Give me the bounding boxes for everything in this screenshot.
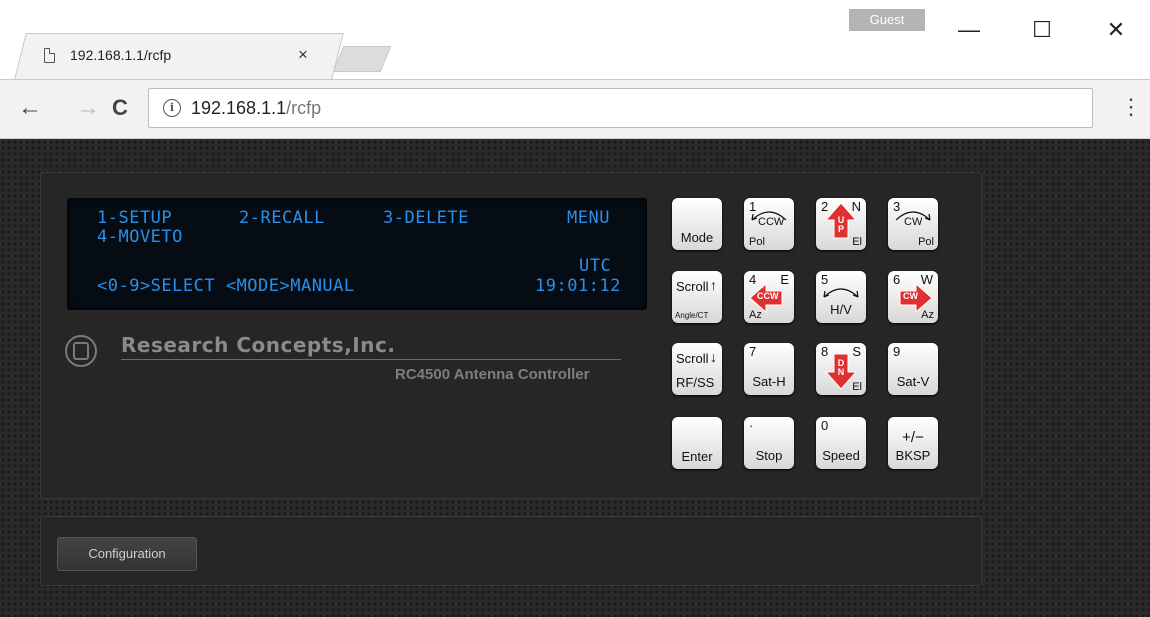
browser-chrome: Guest — ☐ ✕ 192.168.1.1/rcfp × ← → C i 1…	[0, 0, 1150, 139]
key-5[interactable]: 5 H/V	[816, 271, 866, 323]
page-background: 1-SETUP 2-RECALL 3-DELETE MENU 4-MOVETO …	[0, 139, 1150, 617]
arrow-up-icon: ↑	[710, 277, 717, 293]
lcd-menu-setup: 1-SETUP	[97, 208, 173, 228]
key-0[interactable]: 0 Speed	[816, 417, 866, 469]
lcd-utc-time: 19:01:12	[535, 276, 621, 296]
enter-key-label: Enter	[681, 449, 713, 464]
key-7-num: 7	[749, 344, 757, 359]
key-1-sub: Pol	[749, 236, 765, 248]
key-5-sub: H/V	[830, 302, 852, 317]
key-dot-sub: Stop	[755, 448, 783, 463]
key-2-sub: El	[852, 236, 862, 248]
scroll-down-key[interactable]: Scroll ↓ RF/SS	[672, 343, 722, 395]
arrow-down-icon: ↓	[710, 349, 717, 365]
key-0-sub: Speed	[822, 448, 860, 463]
guest-profile-badge[interactable]: Guest	[849, 9, 925, 31]
key-2[interactable]: 2 N UP El	[816, 198, 866, 250]
key-6[interactable]: 6 W CW Az	[888, 271, 938, 323]
page-icon	[44, 48, 55, 63]
lcd-utc-label: UTC	[579, 256, 612, 276]
lcd-select-hint: <0-9>SELECT <MODE>MANUAL	[97, 276, 355, 296]
key-7[interactable]: 7 Sat-H	[744, 343, 794, 395]
key-8-sub: El	[852, 381, 862, 393]
lcd-menu-title: MENU	[567, 208, 610, 228]
configuration-button[interactable]: Configuration	[57, 537, 197, 571]
key-2-arrow-label: UP	[837, 215, 845, 234]
key-4-arrow-label: CCW	[757, 291, 779, 301]
key-dot-num: ·	[749, 418, 754, 433]
enter-key[interactable]: Enter	[672, 417, 722, 469]
key-6-sub: Az	[921, 309, 934, 321]
lcd-menu-recall: 2-RECALL	[239, 208, 325, 228]
browser-tab[interactable]: 192.168.1.1/rcfp ×	[36, 33, 336, 79]
key-9-sub: Sat-V	[896, 374, 930, 389]
scroll-up-key[interactable]: Scroll ↑ Angle/CT	[672, 271, 722, 323]
lcd-menu-moveto: 4-MOVETO	[97, 227, 183, 247]
tab-title: 192.168.1.1/rcfp	[70, 47, 172, 63]
key-1-arrow-label: CCW	[758, 216, 785, 228]
key-6-arrow-label: CW	[903, 291, 918, 301]
browser-toolbar: ← → C i 192.168.1.1/rcfp ⋮	[0, 79, 1150, 138]
key-3[interactable]: 3 CW Pol	[888, 198, 938, 250]
lcd-display: 1-SETUP 2-RECALL 3-DELETE MENU 4-MOVETO …	[67, 198, 647, 310]
scroll-up-key-sub: Angle/CT	[675, 311, 709, 320]
url-path: /rcfp	[286, 98, 322, 118]
key-plus-minus-num: +/−	[902, 429, 924, 446]
minimize-button[interactable]: —	[953, 14, 985, 46]
maximize-button[interactable]: ☐	[1026, 14, 1058, 46]
new-tab-button[interactable]	[332, 46, 392, 72]
controller-panel: 1-SETUP 2-RECALL 3-DELETE MENU 4-MOVETO …	[40, 172, 982, 499]
rci-logo-icon	[65, 335, 97, 367]
scroll-down-key-sub: RF/SS	[676, 375, 715, 390]
model-name: RC4500 Antenna Controller	[395, 366, 590, 383]
back-icon[interactable]: ←	[18, 94, 42, 122]
scroll-down-key-label: Scroll	[676, 351, 709, 366]
browser-menu-icon[interactable]: ⋮	[1120, 96, 1142, 118]
key-1[interactable]: 1 CCW Pol	[744, 198, 794, 250]
company-name: Research Concepts,Inc.	[121, 333, 396, 357]
key-dot[interactable]: · Stop	[744, 417, 794, 469]
lcd-menu-delete: 3-DELETE	[383, 208, 469, 228]
logo-underline	[121, 359, 621, 360]
key-plus-minus[interactable]: +/− BKSP	[888, 417, 938, 469]
key-plus-minus-sub: BKSP	[895, 448, 931, 463]
scroll-up-key-label: Scroll	[676, 279, 709, 294]
mode-key-label: Mode	[680, 230, 714, 245]
info-icon[interactable]: i	[163, 99, 181, 117]
key-4[interactable]: 4 E CCW Az	[744, 271, 794, 323]
key-8[interactable]: 8 S DN El	[816, 343, 866, 395]
close-window-button[interactable]: ✕	[1100, 14, 1132, 46]
configuration-panel: Configuration	[40, 516, 982, 586]
address-bar[interactable]: i 192.168.1.1/rcfp	[148, 88, 1093, 128]
key-9-num: 9	[893, 344, 901, 359]
company-logo: Research Concepts,Inc. RC4500 Antenna Co…	[65, 333, 625, 393]
key-3-arrow-label: CW	[904, 216, 923, 228]
url-host: 192.168.1.1	[191, 98, 287, 118]
key-9[interactable]: 9 Sat-V	[888, 343, 938, 395]
key-3-sub: Pol	[918, 236, 934, 248]
reload-icon[interactable]: C	[112, 94, 128, 122]
key-7-sub: Sat-H	[752, 374, 786, 389]
mode-key[interactable]: Mode	[672, 198, 722, 250]
key-8-arrow-label: DN	[837, 358, 845, 377]
key-4-sub: Az	[749, 309, 762, 321]
key-0-num: 0	[821, 418, 829, 433]
tab-close-icon[interactable]: ×	[298, 45, 308, 65]
forward-icon[interactable]: →	[76, 94, 100, 122]
